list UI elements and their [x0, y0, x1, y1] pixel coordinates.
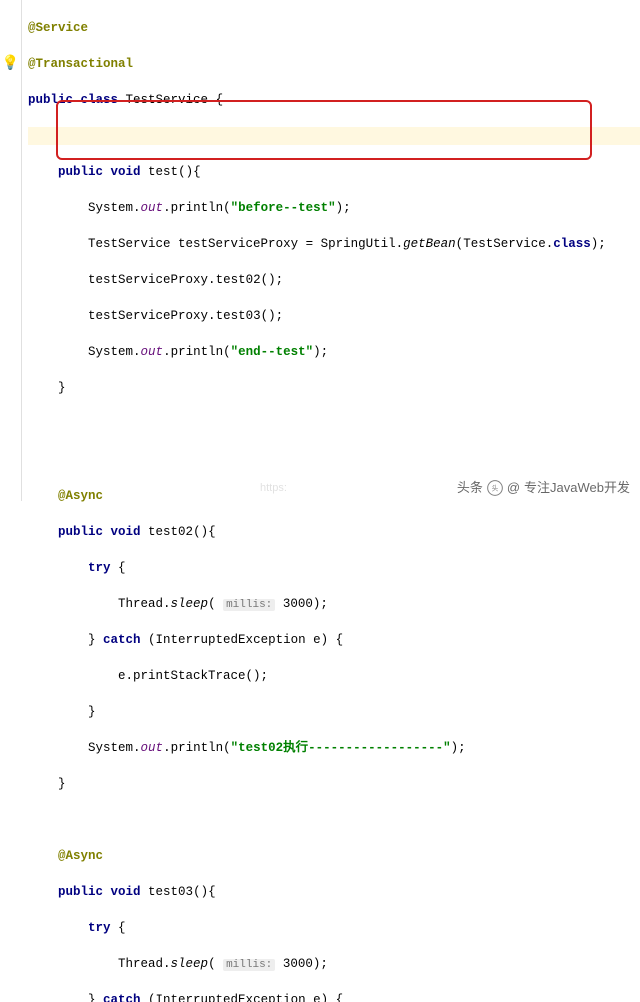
code-line	[28, 811, 640, 829]
code-line: }	[28, 775, 640, 793]
code-line: e.printStackTrace();	[28, 667, 640, 685]
code-line	[28, 451, 640, 469]
code-line: Thread.sleep( millis: 3000);	[28, 595, 640, 613]
code-editor[interactable]: 💡 @Service @Transactional public class T…	[0, 0, 640, 501]
code-line	[28, 415, 640, 433]
code-line: @Async	[28, 847, 640, 865]
code-line: }	[28, 703, 640, 721]
code-line: }	[28, 379, 640, 397]
code-line: } catch (InterruptedException e) {	[28, 631, 640, 649]
code-line: @Service	[28, 19, 640, 37]
code-line: public void test03(){	[28, 883, 640, 901]
code-line: @Async	[28, 487, 640, 505]
code-line: testServiceProxy.test02();	[28, 271, 640, 289]
code-area[interactable]: @Service @Transactional public class Tes…	[22, 0, 640, 501]
code-line: try {	[28, 919, 640, 937]
code-line: Thread.sleep( millis: 3000);	[28, 955, 640, 973]
code-line: public void test(){	[28, 163, 640, 181]
code-line	[28, 127, 640, 145]
intention-bulb-icon[interactable]: 💡	[0, 55, 21, 73]
editor-gutter: 💡	[0, 0, 22, 501]
code-line: testServiceProxy.test03();	[28, 307, 640, 325]
code-line: TestService testServiceProxy = SpringUti…	[28, 235, 640, 253]
code-line: try {	[28, 559, 640, 577]
code-line: } catch (InterruptedException e) {	[28, 991, 640, 1002]
code-line: System.out.println("test02执行------------…	[28, 739, 640, 757]
code-line: public class TestService {	[28, 91, 640, 109]
code-line: public void test02(){	[28, 523, 640, 541]
code-line: System.out.println("end--test");	[28, 343, 640, 361]
code-line: System.out.println("before--test");	[28, 199, 640, 217]
code-line: @Transactional	[28, 55, 640, 73]
